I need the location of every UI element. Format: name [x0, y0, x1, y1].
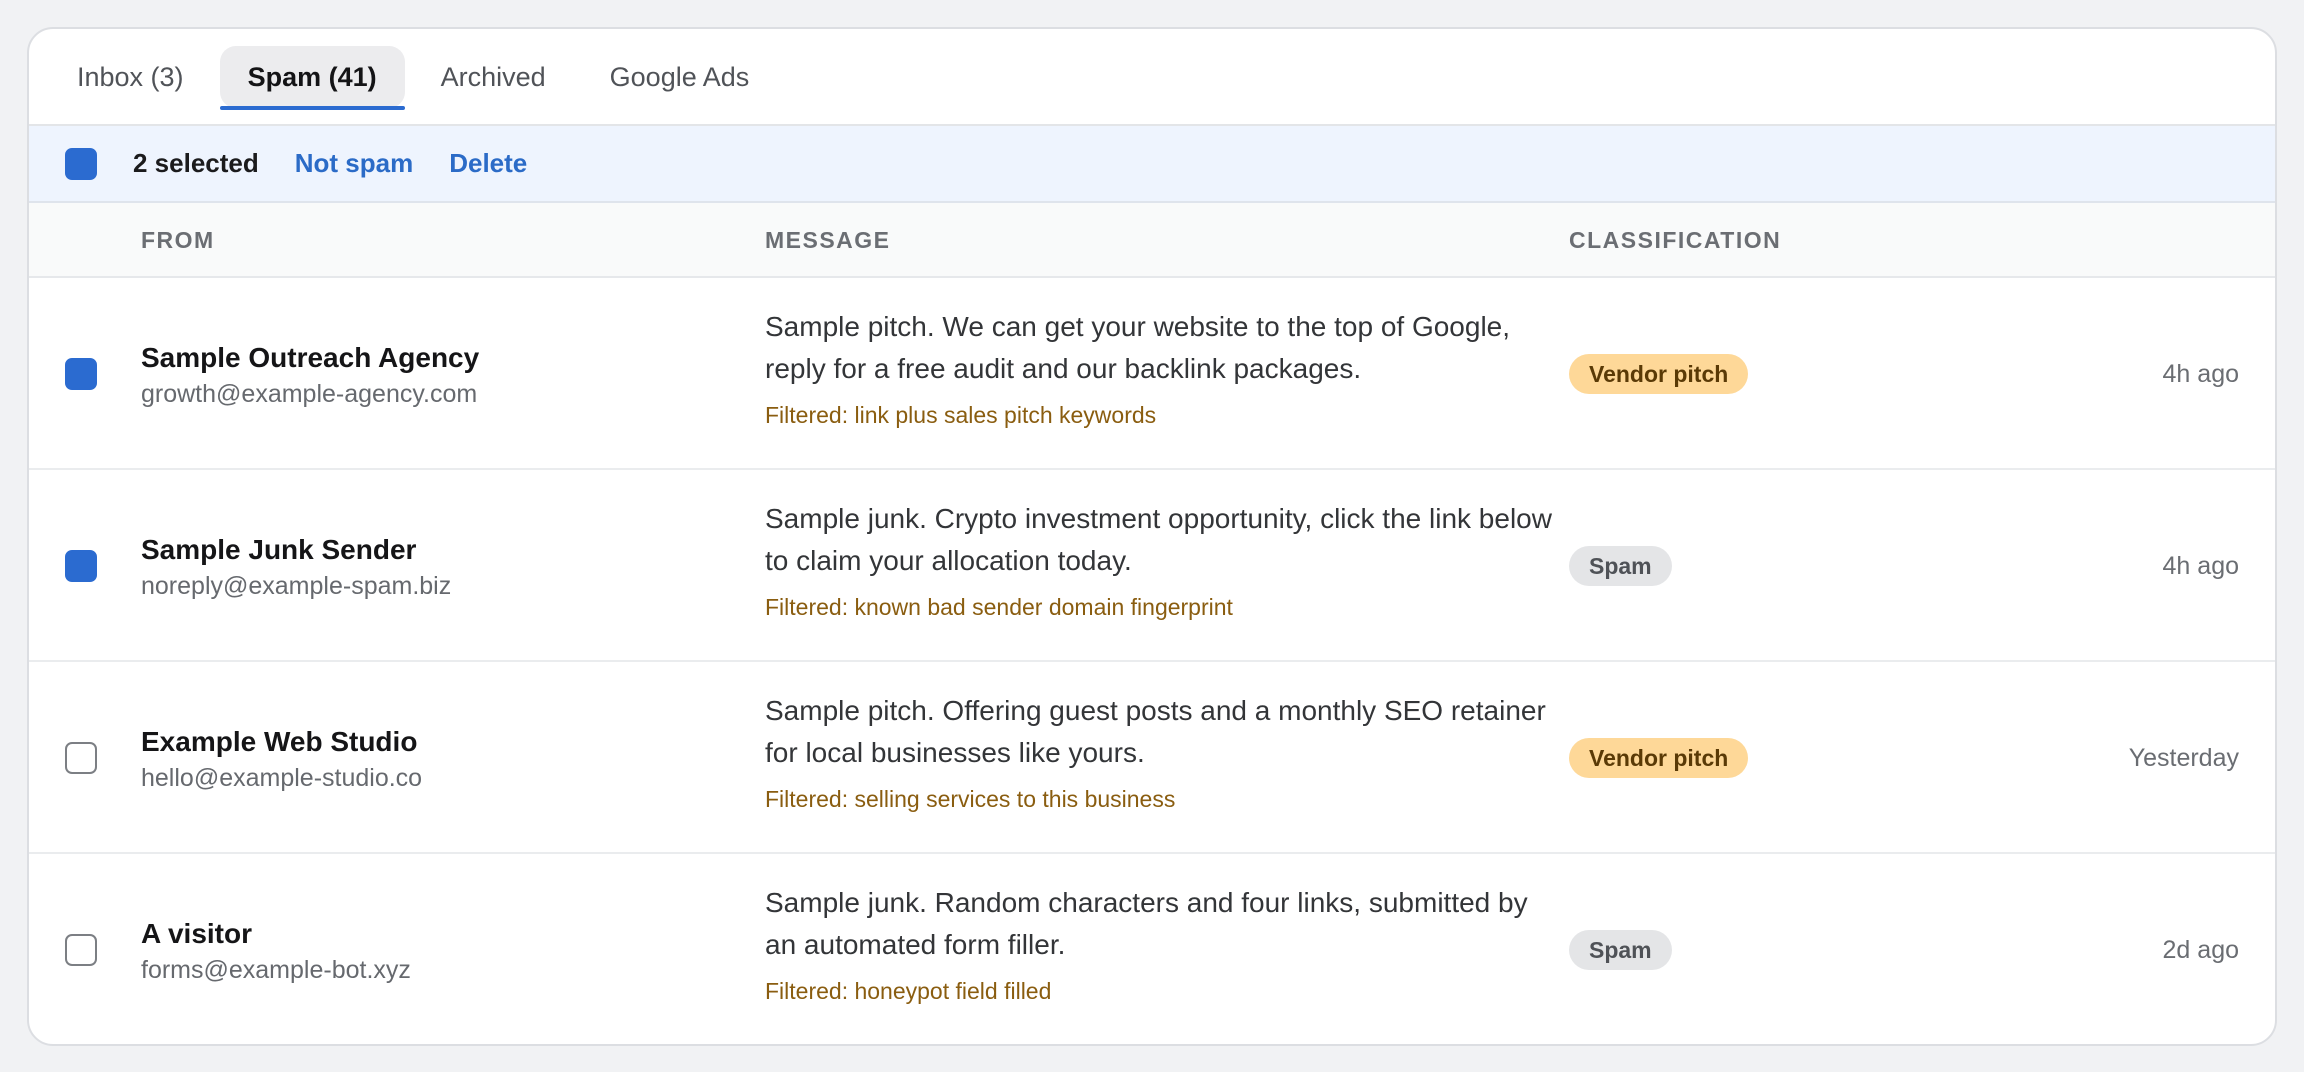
row-checkbox[interactable] — [65, 742, 97, 774]
filter-reason: Filtered: link plus sales pitch keywords — [765, 402, 1157, 428]
sender-name: A visitor — [141, 918, 252, 949]
table-header: FROM MESSAGE CLASSIFICATION — [29, 203, 2275, 278]
not-spam-button[interactable]: Not spam — [295, 148, 413, 179]
spam-review-panel: Inbox (3) Spam (41) Archived Google Ads … — [27, 27, 2277, 1046]
sender-email: noreply@example-spam.biz — [141, 572, 452, 600]
tab-inbox[interactable]: Inbox (3) — [49, 46, 212, 108]
classification-badge: Vendor pitch — [1569, 738, 1749, 778]
select-all-checkbox[interactable] — [65, 147, 97, 180]
received-time: 4h ago — [2162, 360, 2239, 388]
row-checkbox[interactable] — [65, 550, 97, 582]
table-row[interactable]: A visitor forms@example-bot.xyz Sample j… — [29, 854, 2275, 1044]
column-header-classification: CLASSIFICATION — [1569, 227, 1782, 253]
tab-archived[interactable]: Archived — [413, 46, 574, 108]
mailbox-tabs: Inbox (3) Spam (41) Archived Google Ads — [29, 29, 2275, 126]
tab-spam[interactable]: Spam (41) — [219, 45, 405, 110]
message-cell: Sample pitch. Offering guest posts and a… — [765, 690, 1565, 814]
sender-email: growth@example-agency.com — [141, 380, 478, 408]
sender: Example Web Studio hello@example-studio.… — [141, 724, 422, 796]
row-checkbox[interactable] — [65, 358, 97, 390]
message-list: Sample Outreach Agency growth@example-ag… — [29, 278, 2275, 1044]
sender: Sample Outreach Agency growth@example-ag… — [141, 340, 479, 412]
column-header-from: FROM — [141, 227, 215, 253]
bulk-action-bar: 2 selected Not spam Delete — [29, 126, 2275, 203]
column-header-message: MESSAGE — [765, 227, 891, 253]
received-time: Yesterday — [2128, 744, 2239, 772]
filter-reason: Filtered: known bad sender domain finger… — [765, 594, 1233, 620]
classification-badge: Spam — [1569, 546, 1672, 586]
table-row[interactable]: Sample Junk Sender noreply@example-spam.… — [29, 470, 2275, 662]
sender-name: Example Web Studio — [141, 726, 418, 757]
sender-name: Sample Outreach Agency — [141, 342, 480, 373]
message-cell: Sample pitch. We can get your website to… — [765, 306, 1565, 430]
tab-google-ads[interactable]: Google Ads — [582, 46, 778, 108]
sender-email: hello@example-studio.co — [141, 764, 423, 792]
filter-reason: Filtered: honeypot field filled — [765, 978, 1052, 1004]
selected-count: 2 selected — [133, 148, 259, 178]
message-preview: Sample pitch. Offering guest posts and a… — [765, 695, 1546, 768]
sender: Sample Junk Sender noreply@example-spam.… — [141, 532, 451, 604]
classification-badge: Vendor pitch — [1569, 354, 1749, 394]
filter-reason: Filtered: selling services to this busin… — [765, 786, 1176, 812]
message-cell: Sample junk. Crypto investment opportuni… — [765, 498, 1565, 622]
message-preview: Sample junk. Random characters and four … — [765, 887, 1528, 960]
sender-name: Sample Junk Sender — [141, 534, 417, 565]
message-preview: Sample pitch. We can get your website to… — [765, 311, 1511, 384]
classification-badge: Spam — [1569, 930, 1672, 970]
sender: A visitor forms@example-bot.xyz — [141, 916, 411, 988]
table-row[interactable]: Sample Outreach Agency growth@example-ag… — [29, 278, 2275, 470]
received-time: 4h ago — [2162, 552, 2239, 580]
received-time: 2d ago — [2162, 936, 2239, 964]
sender-email: forms@example-bot.xyz — [141, 956, 411, 984]
message-preview: Sample junk. Crypto investment opportuni… — [765, 503, 1552, 576]
message-cell: Sample junk. Random characters and four … — [765, 882, 1565, 1006]
row-checkbox[interactable] — [65, 934, 97, 966]
table-row[interactable]: Example Web Studio hello@example-studio.… — [29, 662, 2275, 854]
delete-button[interactable]: Delete — [449, 148, 527, 179]
